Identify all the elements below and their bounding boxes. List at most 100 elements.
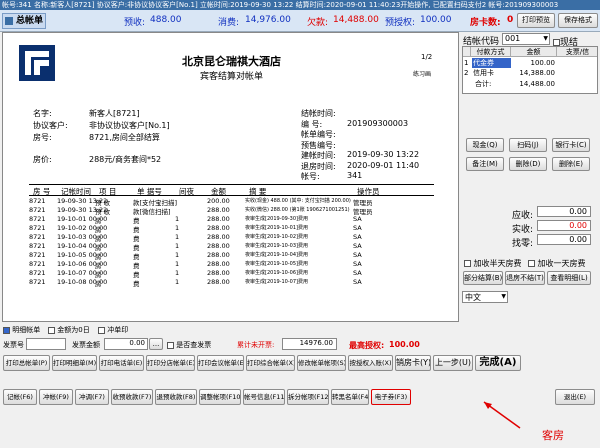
account-action-button[interactable]: 拆分帐项(F12) xyxy=(287,389,329,405)
zero-amount-checkbox[interactable] xyxy=(48,326,55,334)
language-select[interactable]: 中文 ▼ xyxy=(462,291,508,303)
cash-checkbox[interactable] xyxy=(553,39,560,46)
table-cell: SA xyxy=(353,269,362,277)
room-card-value: 0 xyxy=(507,15,514,25)
account-action-button[interactable]: 记帐(F6) xyxy=(3,389,37,405)
payment-row-index: 2 xyxy=(464,69,469,77)
invoice-no-label: 发票号 xyxy=(3,341,24,349)
code-select[interactable]: 001 ▼ xyxy=(502,33,550,45)
account-action-button[interactable]: 冲帐(F9) xyxy=(39,389,73,405)
print-action-button[interactable]: 完成(A) xyxy=(475,355,521,371)
zero-amount-option[interactable]: 金额为0日 xyxy=(48,325,90,335)
tab-total-bill[interactable]: 总帐单 xyxy=(2,13,46,29)
account-action-button[interactable]: 转黑名单(F4) xyxy=(331,389,369,405)
max-auth-value: 100.00 xyxy=(389,340,420,349)
payment-action-button[interactable]: 备注(M) xyxy=(466,157,504,171)
full-day-option[interactable]: 加收一天房费 xyxy=(528,258,586,269)
half-day-option[interactable]: 加收半天房费 xyxy=(464,258,522,269)
print-action-button[interactable]: 修改帐单帐项(S) xyxy=(297,355,346,371)
table-cell: 1 xyxy=(175,215,180,223)
change-label: 找零: xyxy=(512,239,534,249)
view-detail-button[interactable]: 查看明细(L) xyxy=(547,271,591,285)
table-cell: 288.00 xyxy=(207,260,230,268)
info-value: 341 xyxy=(347,171,363,180)
print-action-button[interactable]: 打印电话单(E) xyxy=(99,355,144,371)
partial-settle-button[interactable]: 部分结算(B) xyxy=(463,271,503,285)
table-cell: 1 xyxy=(175,260,180,268)
payment-method[interactable]: 代金券 xyxy=(472,58,511,68)
info-key: 房价: xyxy=(33,155,52,164)
invoice-no-input[interactable] xyxy=(26,338,66,350)
table-cell: 8721 xyxy=(29,269,46,277)
show-detail-option[interactable]: 明细帐单 xyxy=(3,325,40,335)
account-action-button[interactable]: 调整帐项(F10) xyxy=(199,389,241,405)
table-cell: 夜审生成[2019-10-07]费用 xyxy=(245,279,308,285)
print-action-button[interactable]: 打印明细单(M) xyxy=(52,355,97,371)
auth-value: 100.00 xyxy=(420,15,452,25)
info-key: 编 号: xyxy=(301,119,323,129)
table-cell: 实收(微信) 288.00 (第1账 1906271001251) xyxy=(245,207,350,213)
reverse-print-option[interactable]: 冲单印 xyxy=(98,325,128,335)
print-action-button[interactable]: 打印总帐单(P) xyxy=(3,355,50,371)
payment-action-button[interactable]: 银行卡(C) xyxy=(552,138,590,152)
payment-action-button[interactable]: 删除(D) xyxy=(509,157,547,171)
change-field[interactable]: 0.00 xyxy=(537,234,591,245)
save-format-button[interactable]: 保存格式 xyxy=(558,13,598,28)
show-detail-checkbox[interactable] xyxy=(3,326,10,334)
tab-label: 总帐单 xyxy=(16,16,44,26)
account-action-button[interactable]: 冲调(F7) xyxy=(75,389,109,405)
print-action-button[interactable]: 销房卡(Y) xyxy=(395,355,431,371)
table-row: 8721 19-10-02 00:00 房费 1 288.00 夜审生成[2019-10-… xyxy=(29,224,458,234)
table-cell: 夜审生成[2019-10-04]费用 xyxy=(245,252,308,258)
print-action-button[interactable]: 打印会议帐单(E) xyxy=(197,355,244,371)
invoice-amount-input[interactable]: 0.00 xyxy=(104,338,148,350)
annotation-arrow xyxy=(483,401,521,429)
account-action-button[interactable]: 收预收款(F7) xyxy=(111,389,153,405)
table-cell: 8721 xyxy=(29,260,46,268)
header-top-rule xyxy=(29,184,434,185)
window-title: 帐号:341 名称:新客人[8721] 协议客户:非协议协议客户[No.1] 立… xyxy=(0,0,600,10)
info-value: 2019-09-30 13:22 xyxy=(347,150,420,159)
column-header: 摘 要 xyxy=(249,187,267,196)
account-action-button[interactable]: 退出(E) xyxy=(555,389,595,405)
table-cell: 实收(现金) 488.00 (其中: 支付宝扫描 200.00) xyxy=(245,198,351,204)
payment-action-button[interactable]: 现金(Q) xyxy=(466,138,504,152)
table-cell: 288.00 xyxy=(207,278,230,286)
invoice-browse-button[interactable]: ... xyxy=(149,338,163,350)
col-auth: 支票/信 xyxy=(557,47,597,57)
print-action-button[interactable]: 打印分店帐单(E) xyxy=(146,355,195,371)
paid-field[interactable]: 0.00 xyxy=(537,220,591,231)
column-header: 操作员 xyxy=(357,187,380,196)
table-cell: 8721 xyxy=(29,233,46,241)
open-invoice-option[interactable]: 是否查发票 xyxy=(167,340,211,350)
table-cell: SA xyxy=(353,251,362,259)
consume-label: 消费: xyxy=(218,18,240,28)
table-cell: 房 xyxy=(95,280,102,288)
print-preview-button[interactable]: 打印预览 xyxy=(517,13,555,28)
full-day-checkbox[interactable] xyxy=(528,260,535,267)
print-action-button[interactable]: 打印综合帐单(X) xyxy=(246,355,295,371)
payment-amount: 100.00 xyxy=(530,59,556,67)
info-value: 非协议协议客户[No.1] xyxy=(89,121,170,130)
print-action-button[interactable]: 按授权入账(X) xyxy=(348,355,393,371)
receivable-field[interactable]: 0.00 xyxy=(537,206,591,217)
payment-method[interactable]: 信用卡 xyxy=(472,68,511,78)
half-day-checkbox[interactable] xyxy=(464,260,471,267)
table-cell: SA xyxy=(353,242,362,250)
table-cell: 288.00 xyxy=(207,251,230,259)
account-action-button[interactable]: 电子券(F3) xyxy=(371,389,411,405)
checkout-no-settle-button[interactable]: 退房不结(T) xyxy=(505,271,545,285)
info-key: 名字: xyxy=(33,109,52,118)
account-action-button[interactable]: 帐号信息(F11) xyxy=(243,389,285,405)
col-method: 付款方式 xyxy=(471,47,511,57)
column-header: 金额 xyxy=(211,187,226,196)
reverse-print-checkbox[interactable] xyxy=(98,326,105,334)
account-action-button[interactable]: 退预收款(F8) xyxy=(155,389,197,405)
open-invoice-checkbox[interactable] xyxy=(167,341,174,349)
consume-value: 14,976.00 xyxy=(245,15,291,25)
payment-action-button[interactable]: 扫码(J) xyxy=(509,138,547,152)
payment-action-button[interactable]: 删除(E) xyxy=(552,157,590,171)
table-cell: 288.00 xyxy=(207,224,230,232)
info-key: 帐号: xyxy=(301,172,320,181)
print-action-button[interactable]: 上一步(U) xyxy=(433,355,473,371)
